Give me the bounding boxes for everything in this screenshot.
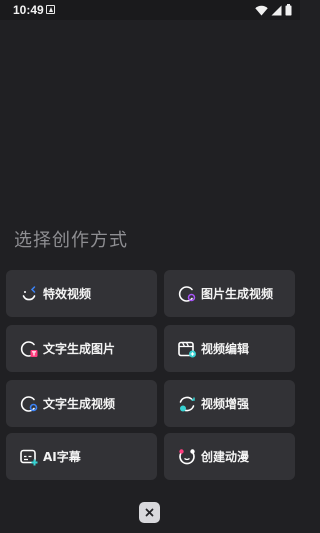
notification-icon [46,5,55,14]
option-image-to-video-button[interactable]: 图片生成视频 [164,270,295,317]
battery-icon [285,4,292,16]
create-anime-icon [179,449,195,465]
image-to-video-icon [178,286,196,302]
option-text-to-video-button[interactable]: 文字生成视频 [6,380,157,427]
option-effects-video-button[interactable]: 特效视频 [6,270,157,317]
video-enhance-icon [179,396,195,412]
effects-video-icon [22,286,36,301]
option-video-edit-button[interactable]: 视频编辑 [164,325,295,372]
option-label: 文字生成图片 [43,342,116,356]
option-label: 创建动漫 [201,450,250,464]
option-label: AI字幕 [43,450,81,464]
option-label: 视频增强 [201,397,250,411]
option-label: 特效视频 [43,287,92,301]
status-bar: 10:49 [0,0,300,20]
ai-subtitle-icon [20,449,38,466]
text-to-image-icon [20,341,38,357]
close-button[interactable] [139,502,160,523]
status-time: 10:49 [13,3,44,17]
close-icon [145,508,154,517]
option-create-anime-button[interactable]: 创建动漫 [164,433,295,480]
video-edit-icon [178,341,196,358]
page-title: 选择创作方式 [14,230,128,251]
option-label: 视频编辑 [201,342,250,356]
option-video-enhance-button[interactable]: 视频增强 [164,380,295,427]
option-ai-subtitle-button[interactable]: AI字幕 [6,433,157,480]
text-to-video-icon [20,396,38,412]
option-label: 文字生成视频 [43,397,116,411]
status-icons [255,4,292,16]
option-text-to-image-button[interactable]: 文字生成图片 [6,325,157,372]
signal-icon [271,5,282,15]
wifi-icon [255,5,268,15]
option-label: 图片生成视频 [201,287,274,301]
